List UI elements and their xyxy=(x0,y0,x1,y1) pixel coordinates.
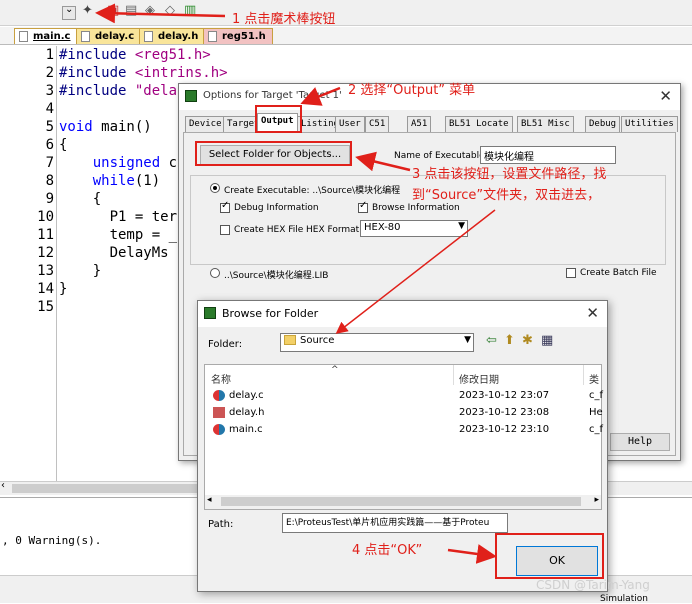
arrow-to-source-folder xyxy=(335,209,496,334)
arrow-to-magic-wand xyxy=(95,3,226,24)
arrow-to-select-folder xyxy=(355,151,411,172)
arrow-to-output-tab xyxy=(300,86,341,106)
annotation-step-1: 1 点击魔术棒按钮 xyxy=(232,12,336,27)
annotation-step-3b: 到“Source”文件夹，双击进去， xyxy=(412,188,601,203)
annotation-step-4: 4 点击“OK” xyxy=(352,543,423,558)
annotation-arrows xyxy=(95,3,497,564)
annotation-step-2: 2 选择“Output” 菜单 xyxy=(348,83,476,98)
arrow-to-ok-button xyxy=(447,544,497,564)
annotation-step-3a: 3 点击该按钮，设置文件路径，找 xyxy=(412,167,607,182)
watermark: CSDN @Tarim-Yang xyxy=(536,578,650,592)
